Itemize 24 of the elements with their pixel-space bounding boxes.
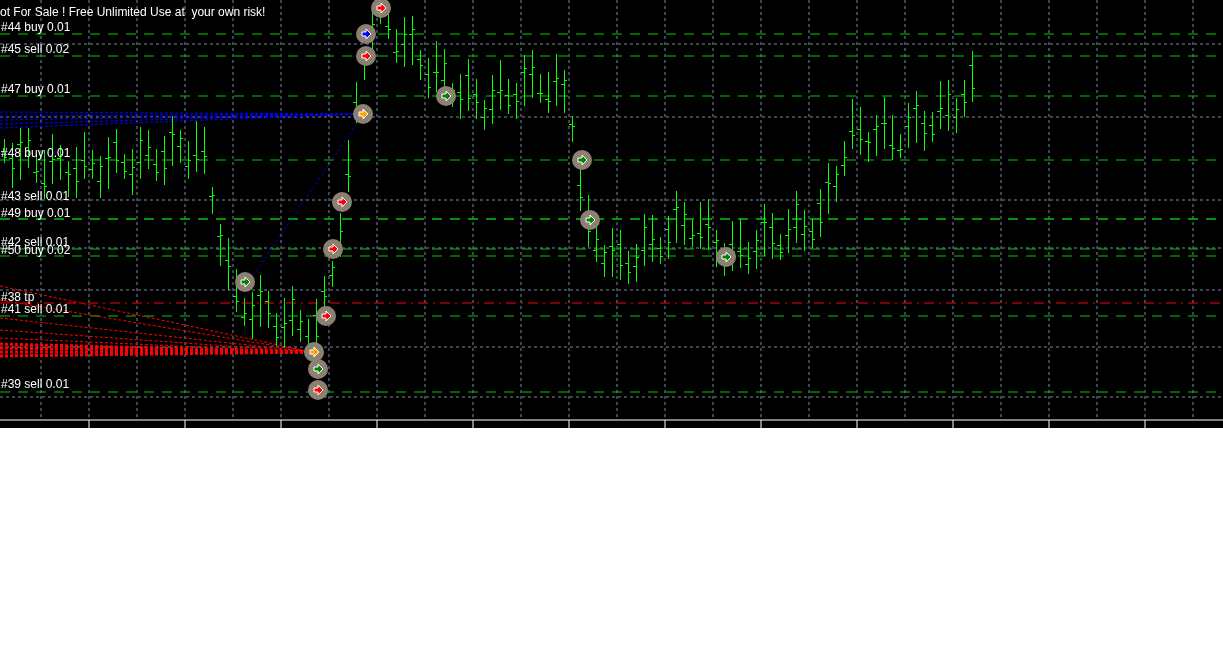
order-label: #45 sell 0.02 bbox=[1, 42, 70, 56]
trade-marker-icon bbox=[323, 239, 343, 259]
trade-marker-icon bbox=[308, 380, 328, 400]
order-label: #41 sell 0.01 bbox=[1, 302, 70, 316]
order-label: #49 buy 0.01 bbox=[1, 206, 71, 220]
trade-marker-icon bbox=[356, 24, 376, 44]
trade-marker-icon bbox=[580, 210, 600, 230]
trade-marker-icon bbox=[436, 86, 456, 106]
disclaimer-text: ot For Sale ! Free Unlimited Use at your own risk! bbox=[0, 5, 266, 19]
trade-marker-icon bbox=[716, 247, 736, 267]
trade-marker-icon bbox=[316, 306, 336, 326]
trade-marker-icon bbox=[308, 359, 328, 379]
order-label: #43 sell 0.01 bbox=[1, 189, 70, 203]
trade-marker-icon bbox=[371, 0, 391, 18]
order-label: #39 sell 0.01 bbox=[1, 377, 70, 391]
trade-marker-icon bbox=[353, 104, 373, 124]
trade-marker-icon bbox=[332, 192, 352, 212]
trade-marker-icon bbox=[304, 342, 324, 362]
order-label: #47 buy 0.01 bbox=[1, 82, 71, 96]
trade-marker-icon bbox=[356, 46, 376, 66]
trade-marker-icon bbox=[235, 272, 255, 292]
trade-marker-icon bbox=[572, 150, 592, 170]
order-label: #44 buy 0.01 bbox=[1, 20, 71, 34]
order-label: #38 tp bbox=[1, 290, 35, 304]
